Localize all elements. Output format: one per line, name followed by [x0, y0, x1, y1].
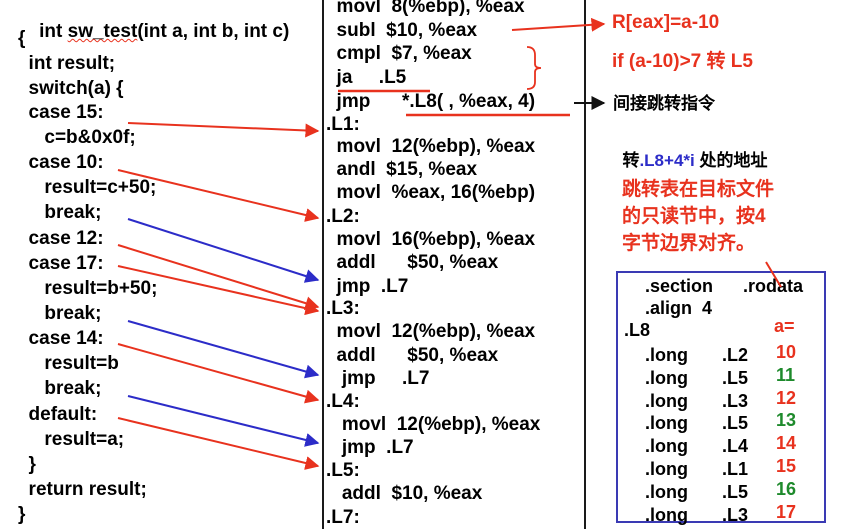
link-rodata-to-note: [765, 261, 782, 288]
bracket-cmpl-ja: [526, 46, 542, 90]
arrow-case17-to-L3: [117, 265, 320, 316]
arrow-break1-to-L7: [127, 218, 320, 283]
arrow-case10-to-L2: [117, 169, 320, 222]
arrow-case14-to-L4: [117, 343, 320, 404]
arrow-case15-to-L1: [127, 122, 320, 138]
arrow-default-to-L5: [117, 417, 320, 470]
arrow-break3-to-L7: [127, 395, 320, 447]
arrow-case12-to-L3: [117, 244, 320, 310]
arrow-break2-to-L7: [127, 320, 320, 379]
arrow-overlay: [117, 17, 782, 470]
arrow-subl-to-reax: [511, 17, 606, 32]
